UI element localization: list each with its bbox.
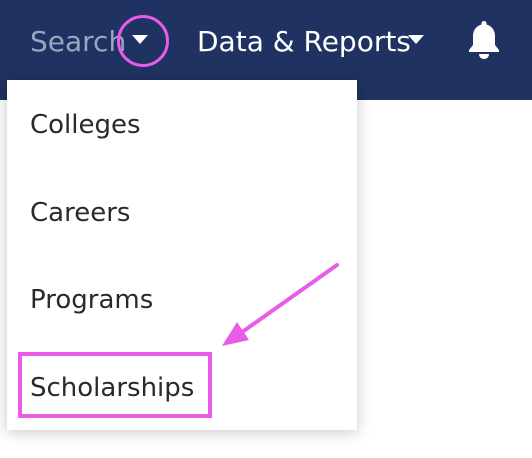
search-dropdown-menu: Colleges Careers Programs Scholarships	[7, 80, 357, 430]
nav-data-reports-menu[interactable]: Data & Reports	[197, 0, 424, 84]
bell-icon[interactable]	[464, 18, 504, 62]
menu-item-careers[interactable]: Careers	[30, 200, 130, 226]
nav-data-reports-label: Data & Reports	[197, 25, 411, 58]
data-reports-caret-down-icon[interactable]	[408, 35, 424, 44]
annotation-highlight-circle	[117, 15, 169, 67]
nav-search-menu[interactable]: Search	[30, 0, 148, 84]
menu-item-colleges[interactable]: Colleges	[30, 112, 141, 138]
nav-search-label: Search	[30, 25, 127, 58]
annotation-highlight-box	[18, 352, 212, 418]
menu-item-programs[interactable]: Programs	[30, 287, 153, 313]
